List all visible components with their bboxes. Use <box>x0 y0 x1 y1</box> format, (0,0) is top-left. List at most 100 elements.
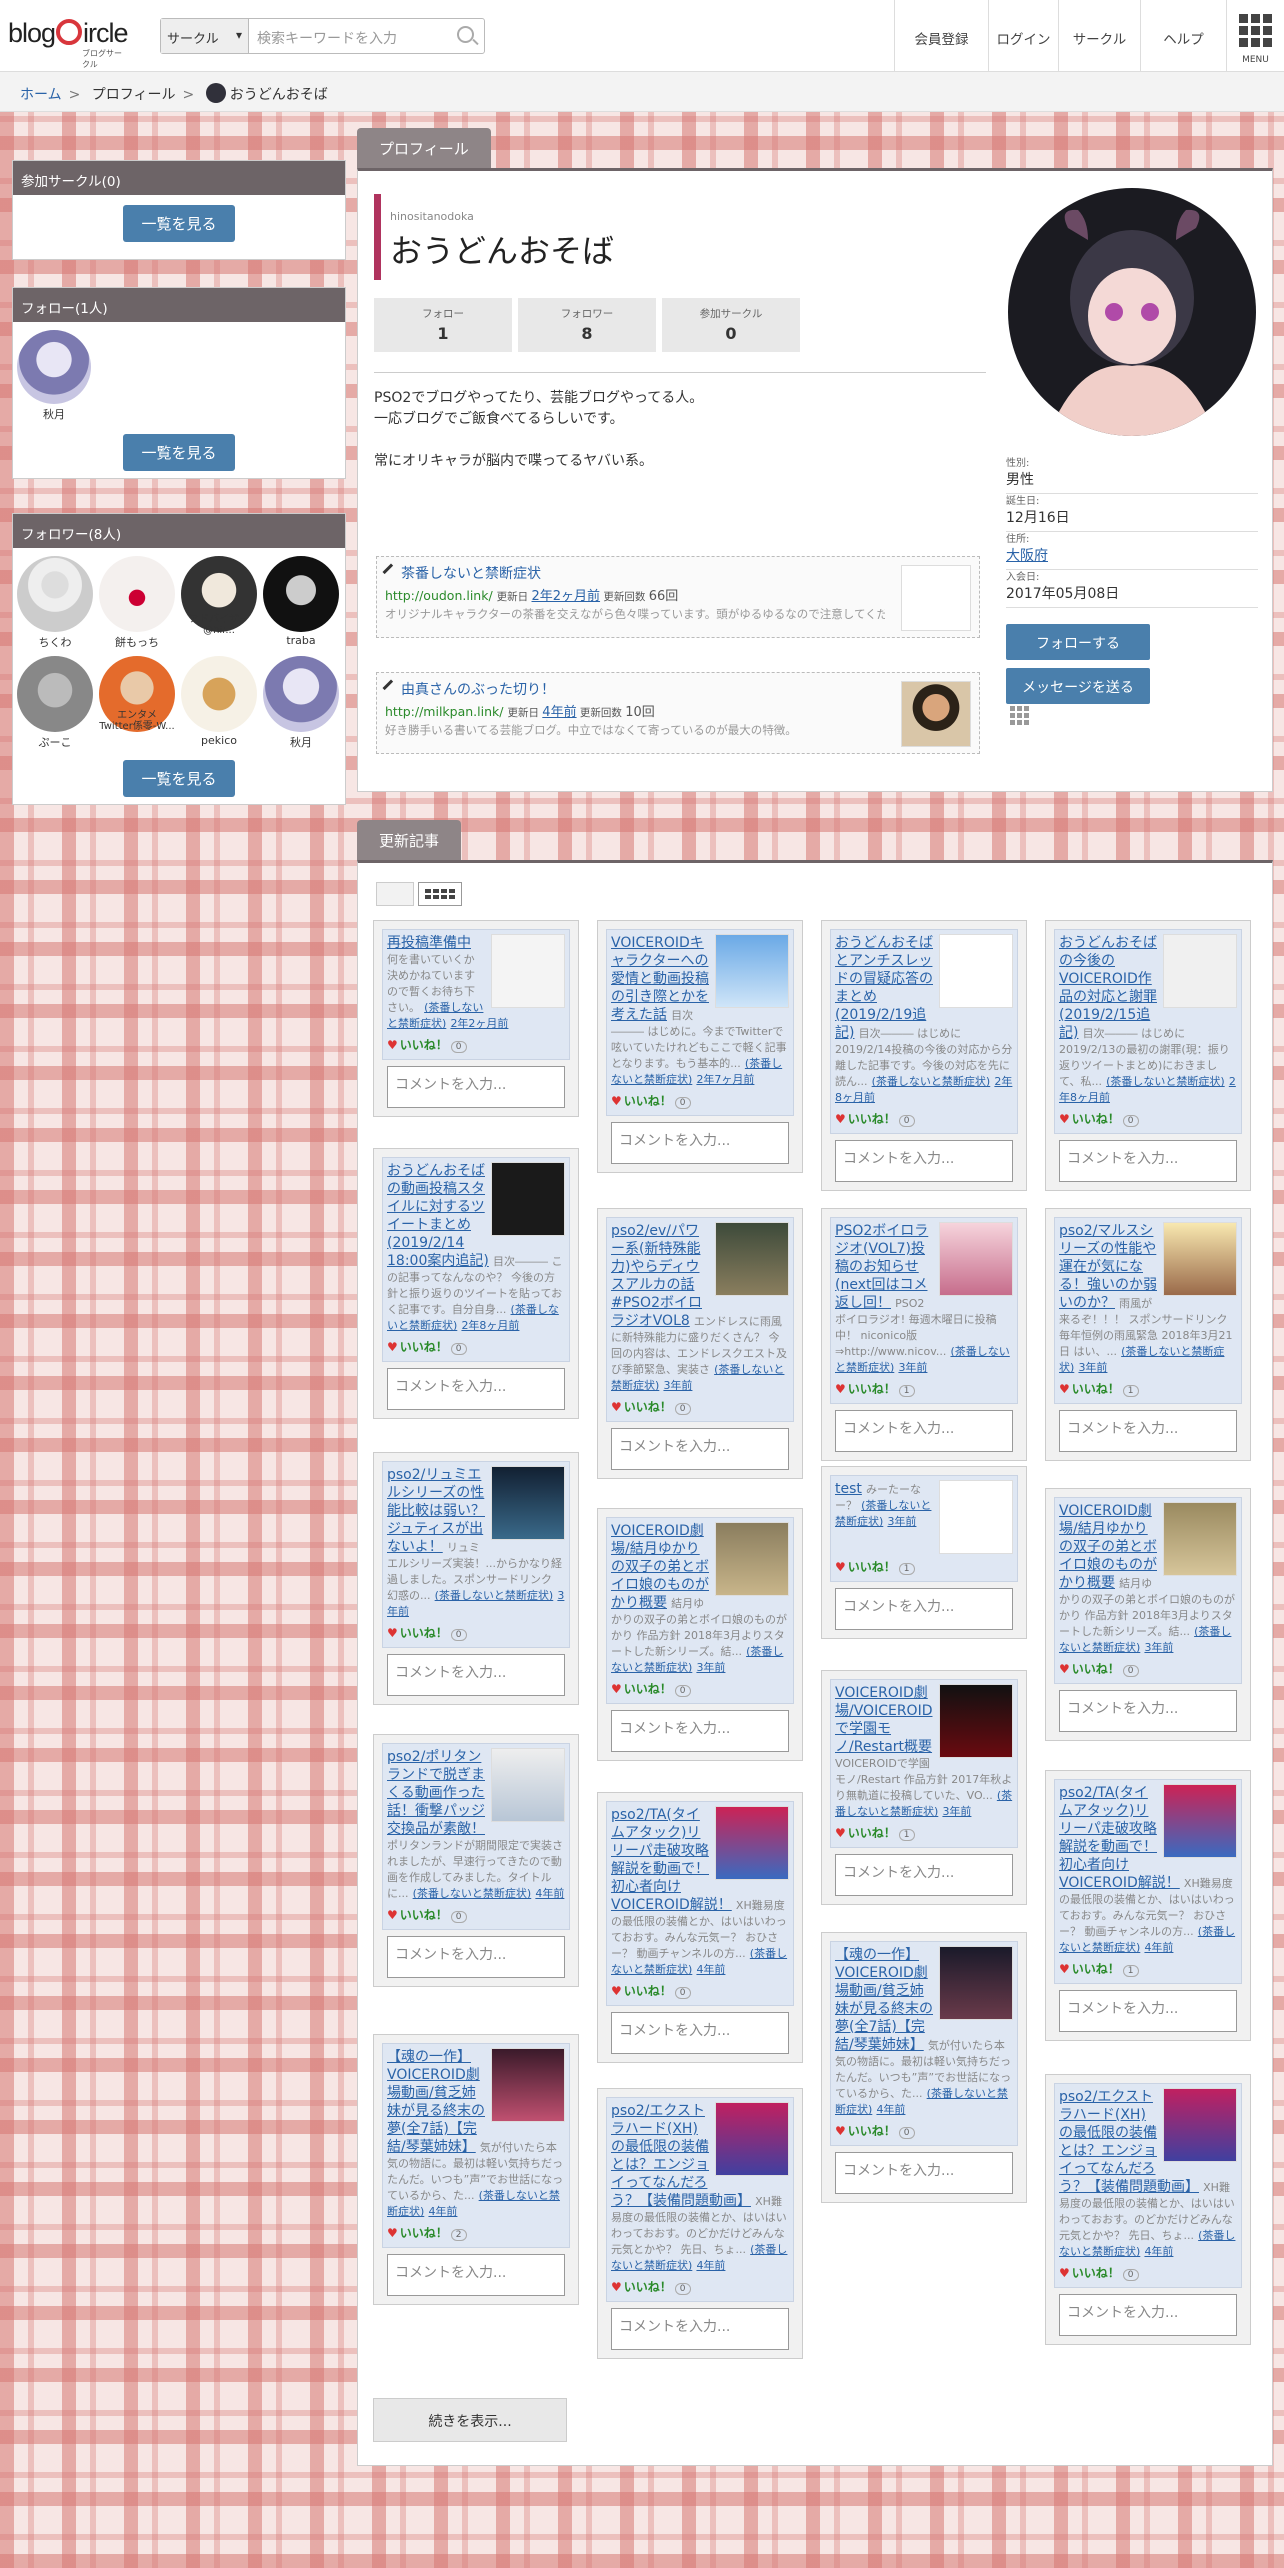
article-thumbnail[interactable] <box>715 2102 789 2176</box>
comment-input[interactable]: コメントを入力... <box>1059 1140 1237 1182</box>
like-button[interactable]: いいね！ <box>848 1560 896 1574</box>
like-button[interactable]: いいね！ <box>1072 2266 1120 2280</box>
article-thumbnail[interactable] <box>939 934 1013 1008</box>
like-button[interactable]: いいね！ <box>1072 1382 1120 1396</box>
grid-icon[interactable] <box>1010 706 1029 725</box>
like-button[interactable]: いいね！ <box>624 1400 672 1414</box>
stat-followers[interactable]: フォロワー 8 <box>518 298 656 352</box>
follow-button[interactable]: フォローする <box>1006 624 1150 660</box>
comment-input[interactable]: コメントを入力... <box>835 2152 1013 2194</box>
follower-name[interactable]: エンタメ Twitter係零-W... <box>99 710 175 732</box>
nav-circle[interactable]: サークル <box>1058 0 1140 72</box>
comment-input[interactable]: コメントを入力... <box>1059 1410 1237 1452</box>
search-scope-select[interactable]: サークル <box>161 19 249 53</box>
article-title[interactable]: 再投稿準備中 <box>387 935 471 951</box>
article-thumbnail[interactable] <box>1163 1222 1237 1296</box>
list-view-icon[interactable] <box>376 882 414 906</box>
search-icon[interactable] <box>457 26 474 43</box>
follower-name[interactable]: 餅もっち <box>99 634 175 650</box>
like-button[interactable]: いいね！ <box>400 1908 448 1922</box>
comment-input[interactable]: コメントを入力... <box>1059 2294 1237 2336</box>
grid-view-icon[interactable] <box>418 882 462 906</box>
comment-input[interactable]: コメントを入力... <box>611 1710 789 1752</box>
article-thumbnail[interactable] <box>491 934 565 1008</box>
comment-input[interactable]: コメントを入力... <box>387 1936 565 1978</box>
like-button[interactable]: いいね！ <box>624 1094 672 1108</box>
like-button[interactable]: いいね！ <box>848 2124 896 2138</box>
comment-input[interactable]: コメントを入力... <box>387 1066 565 1108</box>
like-button[interactable]: いいね！ <box>624 1682 672 1696</box>
follower-avatar[interactable] <box>17 556 93 632</box>
article-title[interactable]: pso2/TA(タイムアタック)リリーパ走破攻略解説を動画で！初心者向けVOIC… <box>611 1807 732 1913</box>
follower-name[interactable]: ちくわ <box>17 634 93 650</box>
comment-input[interactable]: コメントを入力... <box>835 1588 1013 1630</box>
like-button[interactable]: いいね！ <box>400 2226 448 2240</box>
article-thumbnail[interactable] <box>1163 1784 1237 1858</box>
article-thumbnail[interactable] <box>715 1806 789 1880</box>
comment-input[interactable]: コメントを入力... <box>611 1428 789 1470</box>
like-button[interactable]: いいね！ <box>848 1382 896 1396</box>
breadcrumb-home[interactable]: ホーム <box>20 87 62 103</box>
article-title[interactable]: おうどんおそばとアンチスレッドの冒疑応答のまとめ(2019/2/19追記) <box>835 935 933 1041</box>
comment-input[interactable]: コメントを入力... <box>1059 1690 1237 1732</box>
comment-input[interactable]: コメントを入力... <box>387 1368 565 1410</box>
follower-avatar[interactable] <box>263 656 339 732</box>
nav-register[interactable]: 会員登録 <box>894 0 988 72</box>
like-button[interactable]: いいね！ <box>1072 1662 1120 1676</box>
like-button[interactable]: いいね！ <box>624 1984 672 1998</box>
article-title[interactable]: おうどんおそばの動画投稿スタイルに対するツイートまとめ(2019/2/14 18… <box>387 1163 489 1269</box>
article-title[interactable]: おうどんおそばの今後のVOICEROID作品の対応と謝罪(2019/2/15追記… <box>1059 935 1157 1041</box>
stat-follow[interactable]: フォロー 1 <box>374 298 512 352</box>
tab-profile[interactable]: プロフィール <box>357 128 491 168</box>
comment-input[interactable]: コメントを入力... <box>835 1140 1013 1182</box>
tab-articles[interactable]: 更新記事 <box>357 820 462 860</box>
menu-button[interactable]: MENU <box>1226 0 1284 72</box>
comment-input[interactable]: コメントを入力... <box>387 2254 565 2296</box>
follower-name[interactable]: traba <box>263 634 339 647</box>
followers-list-button[interactable]: 一覧を見る <box>123 760 235 797</box>
article-blog-link[interactable]: (茶番しないと禁断症状) <box>1106 1075 1225 1088</box>
article-blog-link[interactable]: (茶番しないと禁断症状) <box>872 1075 991 1088</box>
comment-input[interactable]: コメントを入力... <box>835 1854 1013 1896</box>
follower-name[interactable]: アドバイザー@hir... <box>181 614 257 636</box>
follower-name[interactable]: pekico <box>181 734 257 747</box>
article-thumbnail[interactable] <box>491 2048 565 2122</box>
article-title[interactable]: pso2/ポリタンランドで脱ぎまくる動画作った話！衝撃パッジ交換品が素敵！ <box>387 1749 485 1837</box>
article-thumbnail[interactable] <box>715 1222 789 1296</box>
follower-name[interactable]: ぷーこ <box>17 734 93 750</box>
blog-url[interactable]: http://milkpan.link/ <box>385 704 503 719</box>
comment-input[interactable]: コメントを入力... <box>611 1122 789 1164</box>
article-thumbnail[interactable] <box>715 934 789 1008</box>
nav-help[interactable]: ヘルプ <box>1140 0 1226 72</box>
blog-url[interactable]: http://oudon.link/ <box>385 588 493 603</box>
follower-avatar[interactable] <box>263 556 339 632</box>
article-thumbnail[interactable] <box>939 1480 1013 1554</box>
blog-title[interactable]: 由真さんのぶった切り！ <box>401 682 555 698</box>
like-button[interactable]: いいね！ <box>400 1626 448 1640</box>
breadcrumb-profile[interactable]: プロフィール <box>92 87 176 103</box>
comment-input[interactable]: コメントを入力... <box>1059 1990 1237 2032</box>
article-thumbnail[interactable] <box>939 1222 1013 1296</box>
search-input[interactable]: 検索キーワードを入力 <box>257 28 397 48</box>
message-button[interactable]: メッセージを送る <box>1006 668 1150 704</box>
follower-avatar[interactable] <box>181 656 257 732</box>
article-title[interactable]: 【魂の一作】VOICEROID劇場動画/貧乏姉妹が見る終末の夢(全7話)【完結/… <box>387 2049 485 2155</box>
like-button[interactable]: いいね！ <box>624 2280 672 2294</box>
like-button[interactable]: いいね！ <box>1072 1112 1120 1126</box>
article-thumbnail[interactable] <box>491 1162 565 1236</box>
comment-input[interactable]: コメントを入力... <box>387 1654 565 1696</box>
article-blog-link[interactable]: (茶番しないと禁断症状) <box>413 1887 532 1900</box>
article-title[interactable]: VOICEROIDキャラクターへの愛情と動画投稿の引き際とかを考えた話 <box>611 935 709 1023</box>
blog-card[interactable]: 由真さんのぶった切り！ http://milkpan.link/ 更新日 4年前… <box>376 672 980 754</box>
follow-list-button[interactable]: 一覧を見る <box>123 434 235 471</box>
article-title[interactable]: pso2/ev/パワー系(新特殊能力)やらディウスアルカの話#PSO2ボイロラジ… <box>611 1223 702 1329</box>
like-button[interactable]: いいね！ <box>848 1826 896 1840</box>
comment-input[interactable]: コメントを入力... <box>611 2012 789 2054</box>
article-thumbnail[interactable] <box>939 1684 1013 1758</box>
follow-avatar[interactable] <box>17 330 91 404</box>
article-blog-link[interactable]: (茶番しないと禁断症状) <box>435 1589 554 1602</box>
like-button[interactable]: いいね！ <box>400 1038 448 1052</box>
article-thumbnail[interactable] <box>1163 2088 1237 2162</box>
like-button[interactable]: いいね！ <box>1072 1962 1120 1976</box>
follower-name[interactable]: 秋月 <box>263 734 339 750</box>
